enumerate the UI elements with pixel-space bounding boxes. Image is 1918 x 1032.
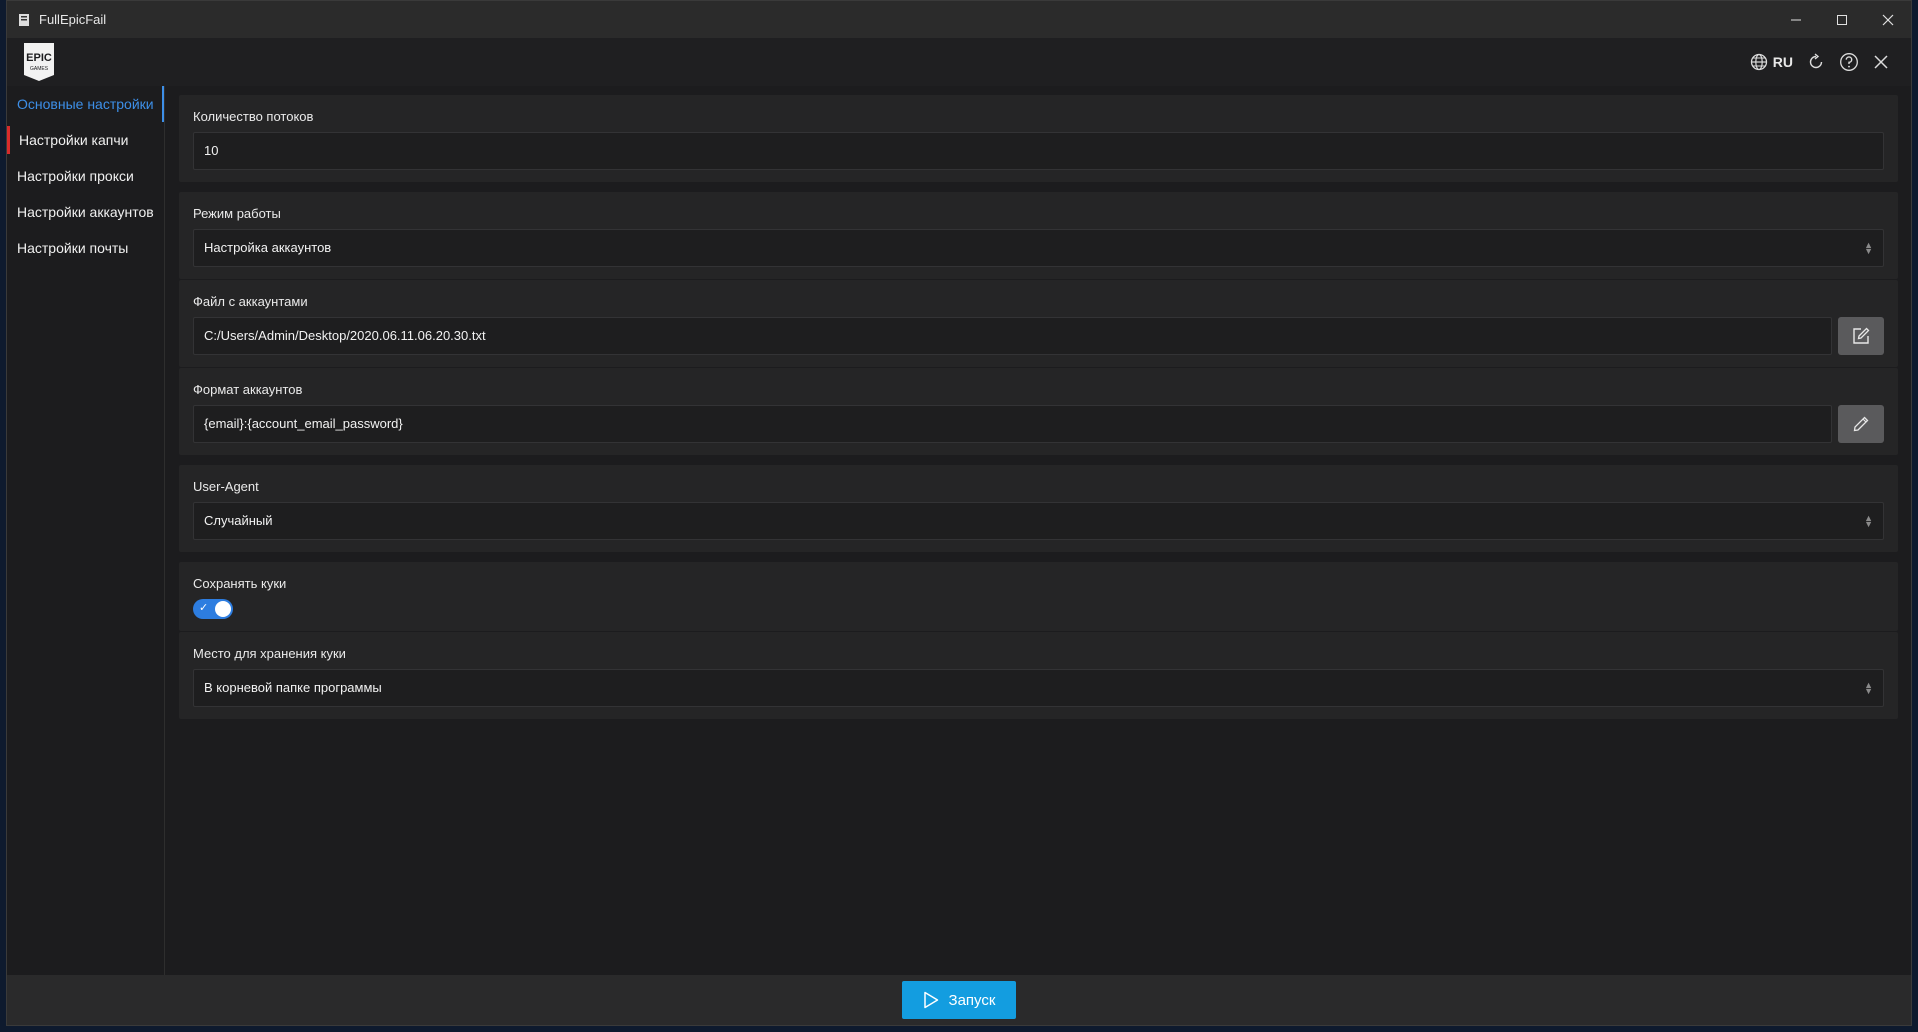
user-agent-label: User-Agent bbox=[193, 479, 259, 494]
select-arrows-icon: ▲ ▼ bbox=[1864, 680, 1873, 696]
sidebar-item-label: Настройки прокси bbox=[17, 168, 134, 184]
window-close-button[interactable] bbox=[1865, 1, 1911, 38]
sidebar-item-captcha-settings[interactable]: Настройки капчи bbox=[7, 122, 164, 158]
accounts-file-card: Файл с аккаунтами C:/Users/Admin/Desktop… bbox=[179, 280, 1898, 367]
user-agent-select[interactable]: Случайный ▲ ▼ bbox=[193, 502, 1884, 540]
sidebar-nav: Основные настройки Настройки капчи Настр… bbox=[7, 86, 165, 975]
threads-label: Количество потоков bbox=[193, 109, 314, 124]
accounts-file-label: Файл с аккаунтами bbox=[193, 294, 308, 309]
sidebar-item-label: Настройки аккаунтов bbox=[17, 204, 154, 220]
cookie-location-label: Место для хранения куки bbox=[193, 646, 346, 661]
svg-text:GAMES: GAMES bbox=[30, 66, 49, 72]
cookie-location-select-value: В корневой папке программы bbox=[204, 680, 382, 695]
svg-text:EPIC: EPIC bbox=[26, 52, 52, 64]
accounts-format-edit-button[interactable] bbox=[1838, 405, 1884, 443]
footer-bar: Запуск bbox=[7, 975, 1911, 1025]
cookie-location-select[interactable]: В корневой папке программы ▲ ▼ bbox=[193, 669, 1884, 707]
user-agent-select-value: Случайный bbox=[204, 513, 273, 528]
app-window: FullEpicFail EPIC GAMES RU Основные наст… bbox=[6, 0, 1912, 1026]
maximize-icon bbox=[1837, 14, 1847, 25]
pencil-icon bbox=[1853, 416, 1869, 432]
select-arrows-icon: ▲ ▼ bbox=[1864, 240, 1873, 256]
language-label: RU bbox=[1772, 54, 1793, 70]
launch-button-label: Запуск bbox=[948, 991, 996, 1009]
language-button[interactable]: RU bbox=[1750, 50, 1793, 74]
sidebar-item-main-settings[interactable]: Основные настройки bbox=[7, 86, 164, 122]
threads-card: Количество потоков 10 bbox=[179, 95, 1898, 182]
select-arrows-icon: ▲ ▼ bbox=[1864, 513, 1873, 529]
sidebar-item-label: Основные настройки bbox=[17, 96, 154, 112]
minimize-button[interactable] bbox=[1773, 1, 1819, 38]
mode-card: Режим работы Настройка аккаунтов ▲ ▼ bbox=[179, 192, 1898, 279]
epic-games-logo: EPIC GAMES bbox=[21, 41, 57, 83]
app-header: EPIC GAMES RU bbox=[7, 38, 1911, 86]
refresh-button[interactable] bbox=[1807, 50, 1825, 74]
accounts-format-label: Формат аккаунтов bbox=[193, 382, 303, 397]
save-cookies-card: Сохранять куки ✓ bbox=[179, 562, 1898, 631]
sidebar-item-label: Настройки капчи bbox=[19, 132, 129, 148]
accounts-file-input[interactable]: C:/Users/Admin/Desktop/2020.06.11.06.20.… bbox=[193, 317, 1832, 355]
accounts-format-card: Формат аккаунтов {email}:{account_email_… bbox=[179, 368, 1898, 455]
save-cookies-toggle[interactable]: ✓ bbox=[193, 599, 233, 619]
sidebar-item-label: Настройки почты bbox=[17, 240, 129, 256]
mode-select-value: Настройка аккаунтов bbox=[204, 240, 332, 255]
close-icon bbox=[1882, 14, 1894, 25]
sidebar-item-account-settings[interactable]: Настройки аккаунтов bbox=[7, 194, 164, 230]
user-agent-card: User-Agent Случайный ▲ ▼ bbox=[179, 465, 1898, 552]
globe-icon bbox=[1750, 53, 1767, 71]
window-controls bbox=[1773, 1, 1911, 38]
threads-input[interactable]: 10 bbox=[193, 132, 1884, 170]
help-icon bbox=[1840, 53, 1858, 71]
maximize-button[interactable] bbox=[1819, 1, 1865, 38]
title-bar: FullEpicFail bbox=[7, 1, 1911, 38]
check-icon: ✓ bbox=[199, 602, 209, 614]
sidebar-item-proxy-settings[interactable]: Настройки прокси bbox=[7, 158, 164, 194]
toggle-knob bbox=[215, 601, 231, 617]
launch-button[interactable]: Запуск bbox=[902, 981, 1016, 1019]
header-tools: RU bbox=[1750, 38, 1889, 86]
minimize-icon bbox=[1791, 19, 1801, 20]
app-icon bbox=[17, 13, 31, 27]
settings-panel: Количество потоков 10 Режим работы Настр… bbox=[179, 95, 1898, 720]
accounts-format-input[interactable]: {email}:{account_email_password} bbox=[193, 405, 1832, 443]
refresh-icon bbox=[1809, 53, 1823, 69]
edit-file-icon bbox=[1853, 327, 1870, 344]
mode-select[interactable]: Настройка аккаунтов ▲ ▼ bbox=[193, 229, 1884, 267]
sidebar-item-mail-settings[interactable]: Настройки почты bbox=[7, 230, 164, 266]
help-button[interactable] bbox=[1839, 50, 1859, 74]
save-cookies-label: Сохранять куки bbox=[193, 576, 287, 591]
mode-label: Режим работы bbox=[193, 206, 281, 221]
app-close-button[interactable] bbox=[1873, 50, 1889, 74]
close-icon bbox=[1874, 55, 1888, 69]
play-icon bbox=[923, 991, 938, 1009]
accounts-file-edit-button[interactable] bbox=[1838, 317, 1884, 355]
window-title: FullEpicFail bbox=[39, 12, 107, 27]
cookie-location-card: Место для хранения куки В корневой папке… bbox=[179, 632, 1898, 719]
